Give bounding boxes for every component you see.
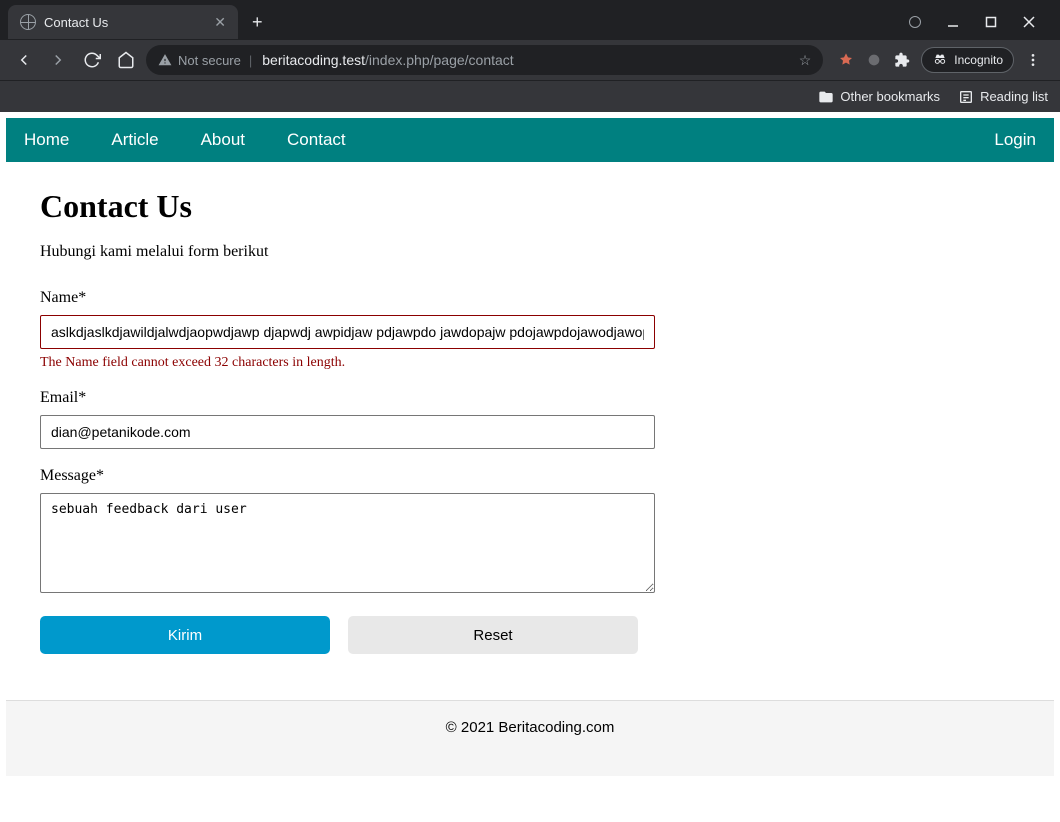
- new-tab-button[interactable]: +: [238, 12, 277, 33]
- footer-text: © 2021 Beritacoding.com: [446, 719, 615, 736]
- minimize-icon[interactable]: [938, 8, 968, 36]
- email-input[interactable]: [40, 415, 655, 449]
- forward-button[interactable]: [44, 46, 72, 74]
- address-bar: Not secure | beritacoding.test/index.php…: [0, 40, 1060, 80]
- page-subtitle: Hubungi kami melalui form berikut: [40, 243, 1020, 261]
- url-bar[interactable]: Not secure | beritacoding.test/index.php…: [146, 45, 823, 75]
- name-group: Name* The Name field cannot exceed 32 ch…: [40, 289, 1020, 371]
- nav-login[interactable]: Login: [994, 130, 1036, 150]
- window-controls: [900, 8, 1052, 36]
- browser-chrome: Contact Us ✕ +: [0, 0, 1060, 112]
- menu-icon[interactable]: [1024, 51, 1042, 69]
- extension-icons: Incognito: [829, 47, 1050, 73]
- name-label: Name*: [40, 289, 1020, 307]
- globe-icon: [20, 14, 36, 30]
- extension-icon[interactable]: [865, 51, 883, 69]
- reload-button[interactable]: [78, 46, 106, 74]
- extension-icon[interactable]: [837, 51, 855, 69]
- other-bookmarks[interactable]: Other bookmarks: [818, 89, 940, 105]
- bookmark-star-icon[interactable]: ☆: [799, 52, 812, 69]
- page-content: Contact Us Hubungi kami melalui form ber…: [6, 162, 1054, 672]
- back-button[interactable]: [10, 46, 38, 74]
- submit-button[interactable]: Kirim: [40, 616, 330, 654]
- page-footer: © 2021 Beritacoding.com: [6, 700, 1054, 776]
- maximize-icon[interactable]: [976, 8, 1006, 36]
- message-label: Message*: [40, 467, 1020, 485]
- nav-home[interactable]: Home: [24, 130, 69, 150]
- url-text: beritacoding.test/index.php/page/contact: [262, 52, 790, 68]
- incognito-label: Incognito: [954, 53, 1003, 67]
- extensions-menu-icon[interactable]: [893, 51, 911, 69]
- email-group: Email*: [40, 389, 1020, 449]
- bookmark-bar: Other bookmarks Reading list: [0, 80, 1060, 112]
- message-textarea[interactable]: [40, 493, 655, 593]
- email-label: Email*: [40, 389, 1020, 407]
- reading-list[interactable]: Reading list: [958, 89, 1048, 105]
- reset-button[interactable]: Reset: [348, 616, 638, 654]
- close-window-icon[interactable]: [1014, 8, 1044, 36]
- page-title: Contact Us: [40, 188, 1020, 225]
- not-secure-badge: Not secure |: [158, 53, 254, 68]
- close-tab-icon[interactable]: ✕: [214, 14, 226, 31]
- home-icon[interactable]: [112, 46, 140, 74]
- name-input[interactable]: [40, 315, 655, 349]
- browser-tab[interactable]: Contact Us ✕: [8, 5, 238, 39]
- tab-title: Contact Us: [44, 15, 206, 30]
- name-error: The Name field cannot exceed 32 characte…: [40, 355, 1020, 371]
- nav-article[interactable]: Article: [111, 130, 158, 150]
- security-label: Not secure: [178, 53, 241, 68]
- circle-icon[interactable]: [900, 8, 930, 36]
- incognito-badge: Incognito: [921, 47, 1014, 73]
- nav-contact[interactable]: Contact: [287, 130, 346, 150]
- message-group: Message*: [40, 467, 1020, 598]
- tab-bar: Contact Us ✕ +: [0, 0, 1060, 40]
- site-nav: Home Article About Contact Login: [6, 118, 1054, 162]
- page-viewport: Home Article About Contact Login Contact…: [0, 112, 1060, 822]
- reading-list-label: Reading list: [980, 89, 1048, 104]
- bookmarks-label: Other bookmarks: [840, 89, 940, 104]
- form-buttons: Kirim Reset: [40, 616, 1020, 654]
- nav-about[interactable]: About: [201, 130, 245, 150]
